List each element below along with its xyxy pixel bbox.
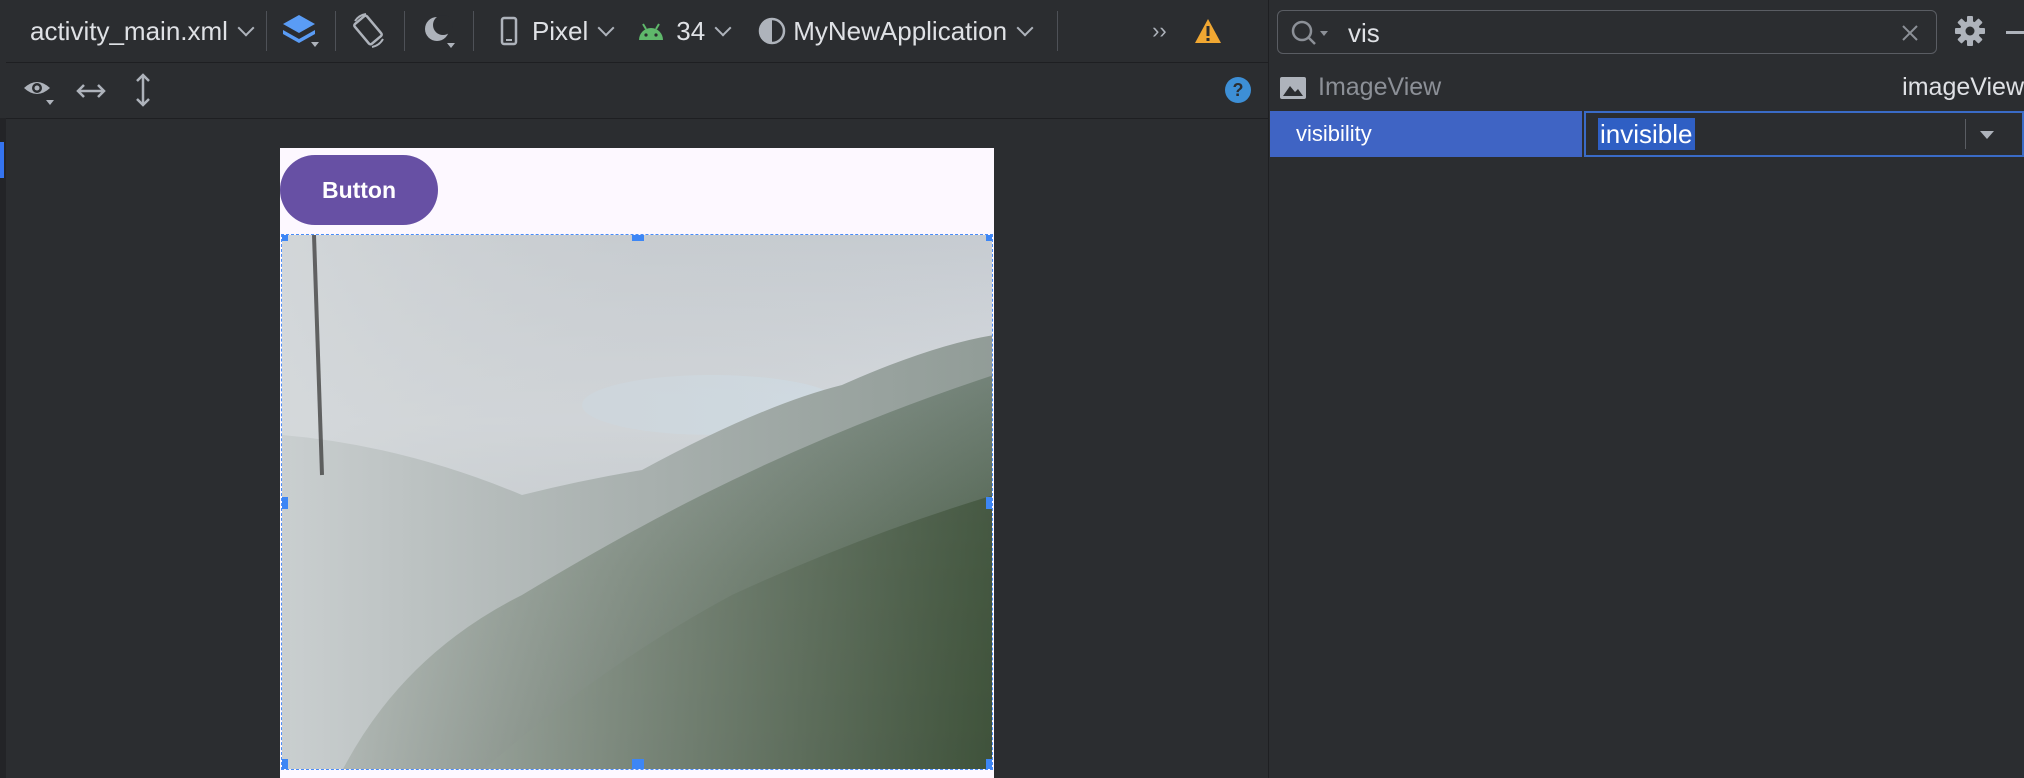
toolbar-divider <box>334 11 336 51</box>
api-level-label: 34 <box>676 15 706 46</box>
panel-settings-button[interactable] <box>1953 14 1987 53</box>
resize-handle-top[interactable] <box>632 235 644 241</box>
device-label: Pixel <box>531 15 589 46</box>
dropdown-arrow-icon <box>1980 131 1994 139</box>
component-header-row: ImageView imageView <box>1270 66 2024 110</box>
help-icon: ? <box>1225 77 1251 103</box>
design-surface-button[interactable] <box>273 9 329 53</box>
theme-icon <box>758 17 786 45</box>
component-id-label: imageView <box>1902 73 2024 101</box>
visibility-value-combobox[interactable]: invisible <box>1584 111 2024 157</box>
eye-icon <box>24 82 54 105</box>
night-mode-button[interactable] <box>411 9 467 53</box>
theme-label: MyNewApplication <box>793 15 1008 46</box>
search-icon <box>1291 20 1328 45</box>
file-tab-dropdown[interactable]: activity_main.xml <box>6 9 260 53</box>
attribute-name-cell: visibility <box>1270 111 1582 157</box>
clear-search-icon[interactable] <box>1900 23 1920 43</box>
resize-handle-left[interactable] <box>282 497 288 509</box>
device-dropdown[interactable]: Pixel <box>480 9 620 53</box>
theme-dropdown[interactable]: MyNewApplication <box>737 9 1039 53</box>
attribute-row-visibility[interactable]: visibility invisible <box>1270 111 2024 157</box>
attribute-search-box[interactable] <box>1277 10 1937 54</box>
preview-image-view[interactable] <box>281 234 993 770</box>
left-gutter <box>0 118 6 778</box>
toolbar-divider <box>472 11 474 51</box>
preview-button-label: Button <box>321 176 397 203</box>
resize-handle-top-left[interactable] <box>282 235 288 241</box>
visibility-dropdown-button[interactable] <box>1965 119 2008 149</box>
help-button[interactable]: ? <box>1224 76 1252 109</box>
warning-icon <box>1194 19 1221 43</box>
overflow-button[interactable]: ›› <box>1144 9 1175 53</box>
resize-handle-top-right[interactable] <box>986 235 992 241</box>
resize-handle-bottom-left[interactable] <box>282 759 288 769</box>
resize-handle-bottom[interactable] <box>632 759 644 769</box>
visibility-value-text[interactable]: invisible <box>1598 118 1695 150</box>
chevron-down-icon <box>714 19 732 37</box>
chevron-down-icon <box>1016 19 1034 37</box>
horizontal-arrows-icon <box>76 84 106 98</box>
resize-handle-bottom-right[interactable] <box>986 759 992 769</box>
file-tab-label: activity_main.xml <box>30 15 228 46</box>
preview-button[interactable]: Button <box>280 155 438 225</box>
toolbar-divider <box>403 11 405 51</box>
toolbar-divider <box>1057 11 1059 51</box>
component-type-label: ImageView <box>1318 73 1442 101</box>
resize-handle-right[interactable] <box>986 497 992 509</box>
chevron-down-icon <box>237 19 255 37</box>
vertical-arrows-icon <box>136 73 150 107</box>
editor-secondary-toolbar: ? <box>6 62 1268 119</box>
night-mode-icon <box>424 15 455 48</box>
view-options-button[interactable] <box>20 74 60 113</box>
svg-text:?: ? <box>1233 80 1244 100</box>
android-icon <box>639 23 664 40</box>
layers-icon <box>282 15 319 47</box>
editor-toolbar: activity_main.xml Pixel 34 MyNewApplicat… <box>6 0 1268 63</box>
horizontal-resize-button[interactable] <box>74 76 108 111</box>
phone-icon <box>500 16 518 46</box>
rotate-device-icon <box>353 13 384 48</box>
gutter-marker <box>0 142 4 178</box>
image-view-icon <box>1280 77 1306 99</box>
toolbar-divider <box>265 11 267 51</box>
chevron-down-icon <box>597 19 615 37</box>
attribute-search-input[interactable] <box>1346 17 1850 49</box>
gear-icon <box>1955 16 1985 46</box>
double-chevron-icon: ›› <box>1152 18 1167 43</box>
vertical-resize-button[interactable] <box>128 72 158 113</box>
attribute-name-label: visibility <box>1296 121 1372 146</box>
orientation-button[interactable] <box>342 9 398 53</box>
warnings-button[interactable] <box>1175 9 1231 53</box>
api-level-dropdown[interactable]: 34 <box>620 9 737 53</box>
panel-minimize-button[interactable] <box>2006 31 2024 34</box>
landscape-image <box>282 235 992 769</box>
